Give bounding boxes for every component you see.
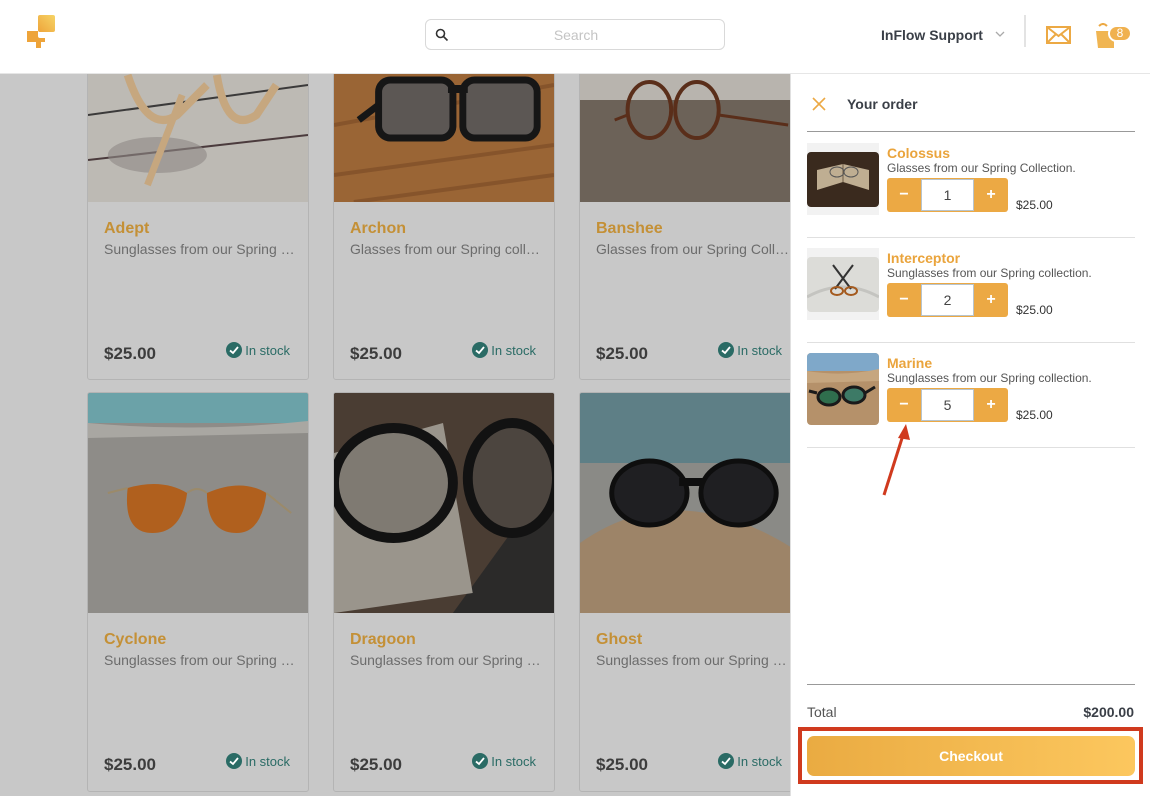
order-item: Marine Sunglasses from our Spring collec… — [807, 343, 1135, 448]
chevron-down-icon[interactable] — [994, 29, 1006, 39]
product-image — [334, 393, 554, 613]
stock-status: In stock — [472, 753, 536, 769]
item-name[interactable]: Interceptor — [887, 250, 960, 266]
product-name[interactable]: Banshee — [596, 220, 663, 238]
decrease-quantity-button[interactable]: − — [887, 178, 921, 212]
product-image — [88, 393, 308, 613]
increase-quantity-button[interactable]: + — [974, 388, 1008, 422]
item-thumbnail — [807, 143, 879, 215]
product-description: Sunglasses from our Spring collection. — [350, 652, 544, 668]
order-item: Interceptor Sunglasses from our Spring c… — [807, 238, 1135, 343]
product-name[interactable]: Archon — [350, 220, 406, 238]
check-circle-icon — [472, 342, 489, 358]
item-description: Sunglasses from our Spring collection. — [887, 266, 1092, 280]
stock-label: In stock — [245, 753, 290, 769]
search-bar[interactable] — [425, 19, 725, 50]
product-price: $25.00 — [104, 344, 156, 363]
sunglasses-on-sand-image — [807, 353, 879, 425]
product-image — [580, 393, 790, 613]
checkout-button[interactable]: Checkout — [807, 736, 1135, 776]
quantity-input[interactable] — [921, 179, 974, 211]
product-grid: Adept Sunglasses from our Spring collect… — [87, 74, 790, 796]
search-input[interactable] — [456, 20, 696, 49]
stock-status: In stock — [718, 753, 782, 769]
check-circle-icon — [226, 342, 243, 358]
decrease-quantity-button[interactable]: − — [887, 283, 921, 317]
increase-quantity-button[interactable]: + — [974, 178, 1008, 212]
product-description: Glasses from our Spring collection. — [350, 241, 544, 257]
product-price: $25.00 — [596, 755, 648, 774]
check-circle-icon — [718, 342, 735, 358]
item-price: $25.00 — [1016, 408, 1053, 422]
stock-status: In stock — [226, 342, 290, 358]
quantity-input[interactable] — [921, 284, 974, 316]
increase-quantity-button[interactable]: + — [974, 283, 1008, 317]
item-price: $25.00 — [1016, 303, 1053, 317]
order-title: Your order — [847, 96, 918, 112]
stock-status: In stock — [718, 342, 782, 358]
quantity-stepper: − + — [887, 178, 1008, 212]
product-image — [334, 74, 554, 202]
item-name[interactable]: Colossus — [887, 145, 950, 161]
product-card[interactable]: Banshee Glasses from our Spring Collecti… — [579, 74, 790, 380]
product-price: $25.00 — [350, 755, 402, 774]
envelope-icon[interactable] — [1046, 26, 1071, 44]
product-name[interactable]: Cyclone — [104, 631, 166, 649]
stock-label: In stock — [737, 342, 782, 358]
total-value: $200.00 — [1083, 704, 1134, 720]
check-circle-icon — [226, 753, 243, 769]
stock-status: In stock — [472, 342, 536, 358]
stock-label: In stock — [491, 342, 536, 358]
glasses-on-knit-image — [807, 257, 879, 312]
cart-count-badge: 8 — [1108, 25, 1132, 42]
product-description: Glasses from our Spring Collection. — [596, 241, 790, 257]
product-description: Sunglasses from our Spring collection. — [596, 652, 790, 668]
item-thumbnail — [807, 353, 879, 425]
item-description: Sunglasses from our Spring collection. — [887, 371, 1092, 385]
product-image — [88, 74, 308, 202]
item-name[interactable]: Marine — [887, 355, 932, 371]
quantity-stepper: − + — [887, 388, 1008, 422]
product-card[interactable]: Adept Sunglasses from our Spring collect… — [87, 74, 309, 380]
product-card[interactable]: Ghost Sunglasses from our Spring collect… — [579, 392, 790, 792]
search-icon — [435, 28, 449, 42]
item-thumbnail — [807, 248, 879, 320]
check-circle-icon — [718, 753, 735, 769]
puzzle-logo-icon[interactable] — [26, 15, 56, 49]
stock-label: In stock — [245, 342, 290, 358]
product-price: $25.00 — [596, 344, 648, 363]
header-divider — [1024, 15, 1026, 47]
item-price: $25.00 — [1016, 198, 1053, 212]
user-menu-label[interactable]: InFlow Support — [881, 27, 983, 43]
product-description: Sunglasses from our Spring collection. — [104, 241, 298, 257]
product-image — [580, 74, 790, 202]
item-description: Glasses from our Spring Collection. — [887, 161, 1076, 175]
decrease-quantity-button[interactable]: − — [887, 388, 921, 422]
check-circle-icon — [472, 753, 489, 769]
divider — [807, 131, 1135, 132]
order-panel: Your order Colossus Glasses from our Spr… — [790, 74, 1150, 796]
stock-status: In stock — [226, 753, 290, 769]
product-card[interactable]: Cyclone Sunglasses from our Spring colle… — [87, 392, 309, 792]
divider — [807, 684, 1135, 685]
product-name[interactable]: Dragoon — [350, 631, 416, 649]
top-header: InFlow Support 8 — [0, 0, 1150, 74]
book-glasses-image — [807, 152, 879, 207]
product-card[interactable]: Dragoon Sunglasses from our Spring colle… — [333, 392, 555, 792]
product-description: Sunglasses from our Spring collection. — [104, 652, 298, 668]
total-label: Total — [807, 704, 837, 720]
product-price: $25.00 — [350, 344, 402, 363]
stock-label: In stock — [491, 753, 536, 769]
product-name[interactable]: Ghost — [596, 631, 642, 649]
stock-label: In stock — [737, 753, 782, 769]
product-price: $25.00 — [104, 755, 156, 774]
quantity-stepper: − + — [887, 283, 1008, 317]
close-icon[interactable] — [811, 96, 827, 112]
order-item: Colossus Glasses from our Spring Collect… — [807, 133, 1135, 238]
product-card[interactable]: Archon Glasses from our Spring collectio… — [333, 74, 555, 380]
product-name[interactable]: Adept — [104, 220, 149, 238]
quantity-input[interactable] — [921, 389, 974, 421]
